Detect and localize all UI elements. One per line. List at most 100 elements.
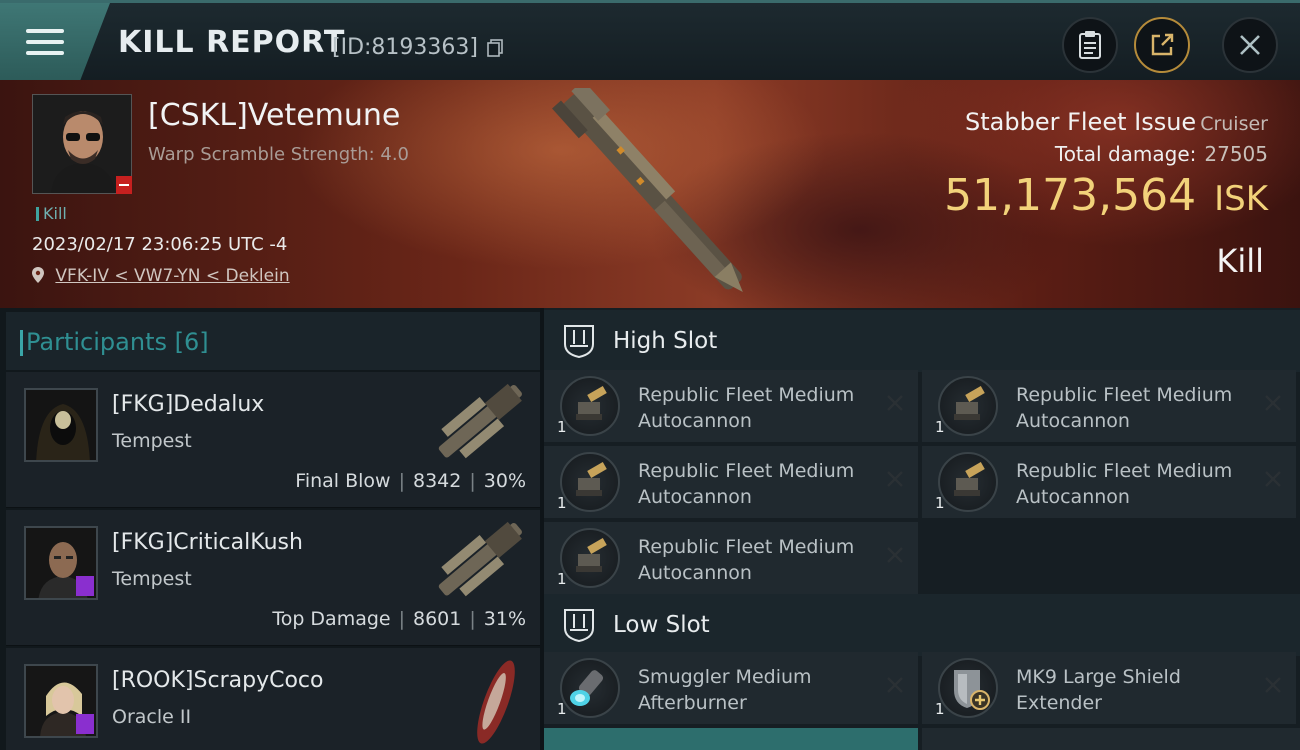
destroyed-icon: [887, 395, 903, 411]
page-title: KILL REPORT: [118, 25, 346, 60]
share-button[interactable]: [1134, 17, 1190, 73]
destroyed-icon: [887, 471, 903, 487]
fitting-panel: High Slot 1 Republic Fleet Medium Autoca…: [544, 308, 1300, 750]
kill-tag: Kill: [36, 204, 67, 223]
location-link[interactable]: VFK-IV < VW7-YN < Deklein: [55, 266, 289, 286]
participant-name: [ROOK]ScrapyCoco: [112, 668, 324, 693]
participant-percent: 30%: [483, 470, 526, 492]
participant-role: Top Damage: [272, 608, 391, 630]
autocannon-icon: [560, 376, 620, 436]
clipboard-icon: [1079, 31, 1101, 59]
isk-value: 51,173,564 ISK: [944, 170, 1268, 221]
participants-label: Participants: [26, 328, 167, 356]
participant-row[interactable]: [FKG]CriticalKush Tempest Top Damage | 860…: [6, 510, 540, 646]
module-quantity: 1: [935, 418, 945, 436]
participant-row[interactable]: [ROOK]ScrapyCoco Oracle II: [6, 648, 540, 750]
module-quantity: 1: [557, 418, 567, 436]
total-damage-value: 27505: [1204, 142, 1268, 166]
isk-amount: 51,173,564: [944, 170, 1197, 221]
report-id: [ID:8193363]: [332, 35, 478, 60]
participants-count: [6]: [174, 328, 209, 356]
close-icon: [1240, 35, 1260, 55]
destroyed-icon: [887, 677, 903, 693]
menu-button[interactable]: [0, 3, 110, 83]
participant-damage: 8342: [413, 470, 462, 492]
afterburner-icon: [560, 658, 620, 718]
kill-datetime: 2023/02/17 23:06:25 UTC -4: [32, 234, 288, 255]
module-name: Republic Fleet Medium Autocannon: [1016, 384, 1233, 432]
corp-badge: [76, 714, 94, 734]
participant-percent: 31%: [483, 608, 526, 630]
close-button[interactable]: [1222, 17, 1278, 73]
module-name: Smuggler Medium Afterburner: [638, 666, 812, 714]
module-item-partial[interactable]: [922, 728, 1300, 750]
autocannon-icon: [938, 376, 998, 436]
autocannon-icon: [560, 452, 620, 512]
module-quantity: 1: [557, 494, 567, 512]
location-pin-icon: [32, 267, 44, 283]
participant-ship-image: [438, 521, 522, 597]
participant-ship-image: [438, 383, 522, 459]
title-bar: KILL REPORT [ID:8193363]: [0, 0, 1300, 83]
module-item[interactable]: 1 MK9 Large Shield Extender: [922, 652, 1296, 724]
kill-result: Kill: [1216, 242, 1264, 280]
participants-header: Participants [6]: [6, 312, 540, 370]
module-name: Republic Fleet Medium Autocannon: [638, 384, 855, 432]
victim-ship[interactable]: Stabber Fleet Issue Cruiser: [965, 108, 1268, 136]
high-slot-icon: [564, 325, 594, 358]
shield-extender-icon: [938, 658, 998, 718]
destroyed-icon: [1265, 471, 1281, 487]
destroyed-icon: [1265, 395, 1281, 411]
module-item[interactable]: 1 Republic Fleet Medium Autocannon: [544, 522, 918, 594]
module-quantity: 1: [935, 494, 945, 512]
victim-panel: [CSKL]Vetemune Warp Scramble Strength: 4…: [0, 80, 1300, 308]
status-badge: [116, 176, 132, 194]
kill-location[interactable]: VFK-IV < VW7-YN < Deklein: [32, 266, 290, 286]
participant-row[interactable]: [FKG]Dedalux Tempest Final Blow | 8342 | 30%: [6, 372, 540, 508]
participant-ship-image: [477, 660, 515, 744]
participant-stats: Top Damage | 8601 | 31%: [272, 608, 526, 630]
participants-panel: Participants [6] [FKG]Dedalux Tempest Fi…: [0, 308, 540, 750]
module-name: Republic Fleet Medium Autocannon: [638, 536, 855, 584]
module-name: Republic Fleet Medium Autocannon: [1016, 460, 1233, 508]
victim-name[interactable]: [CSKL]Vetemune: [148, 98, 400, 133]
module-item[interactable]: 1 Republic Fleet Medium Autocannon: [544, 446, 918, 518]
module-name: Republic Fleet Medium Autocannon: [638, 460, 855, 508]
isk-unit: ISK: [1214, 179, 1268, 219]
module-item[interactable]: 1 Republic Fleet Medium Autocannon: [922, 370, 1296, 442]
destroyed-icon: [1265, 677, 1281, 693]
participant-damage: 8601: [413, 608, 462, 630]
high-slot-title: High Slot: [613, 328, 718, 354]
ship-name: Stabber Fleet Issue: [965, 108, 1197, 136]
module-item[interactable]: 1 Smuggler Medium Afterburner: [544, 652, 918, 724]
module-item[interactable]: 1 Republic Fleet Medium Autocannon: [544, 370, 918, 442]
clipboard-button[interactable]: [1062, 17, 1118, 73]
participants-title: Participants [6]: [20, 328, 209, 356]
module-item-partial[interactable]: [544, 728, 918, 750]
module-item[interactable]: 1 Republic Fleet Medium Autocannon: [922, 446, 1296, 518]
warp-scramble-strength: Warp Scramble Strength: 4.0: [148, 144, 410, 165]
total-damage-label: Total damage:: [1054, 142, 1197, 166]
module-quantity: 1: [557, 570, 567, 588]
participant-stats: Final Blow | 8342 | 30%: [295, 470, 526, 492]
high-slot-header: High Slot: [544, 310, 1300, 372]
destroyed-icon: [887, 547, 903, 563]
victim-ship-image: [552, 88, 743, 292]
module-name: MK9 Large Shield Extender: [1016, 666, 1181, 714]
ship-class: Cruiser: [1200, 113, 1268, 135]
module-quantity: 1: [557, 700, 567, 718]
autocannon-icon: [938, 452, 998, 512]
copy-icon[interactable]: [486, 39, 504, 57]
total-damage: Total damage: 27505: [1055, 142, 1268, 166]
hamburger-icon: [26, 29, 64, 57]
participant-name: [FKG]Dedalux: [112, 392, 265, 417]
low-slot-title: Low Slot: [613, 612, 710, 638]
share-icon: [1151, 33, 1174, 56]
participant-avatar[interactable]: [24, 388, 98, 462]
participant-ship: Tempest: [112, 430, 192, 452]
low-slot-header: Low Slot: [544, 594, 1300, 656]
corp-badge: [76, 576, 94, 596]
low-slot-icon: [564, 609, 594, 642]
autocannon-icon: [560, 528, 620, 588]
participant-name: [FKG]CriticalKush: [112, 530, 303, 555]
